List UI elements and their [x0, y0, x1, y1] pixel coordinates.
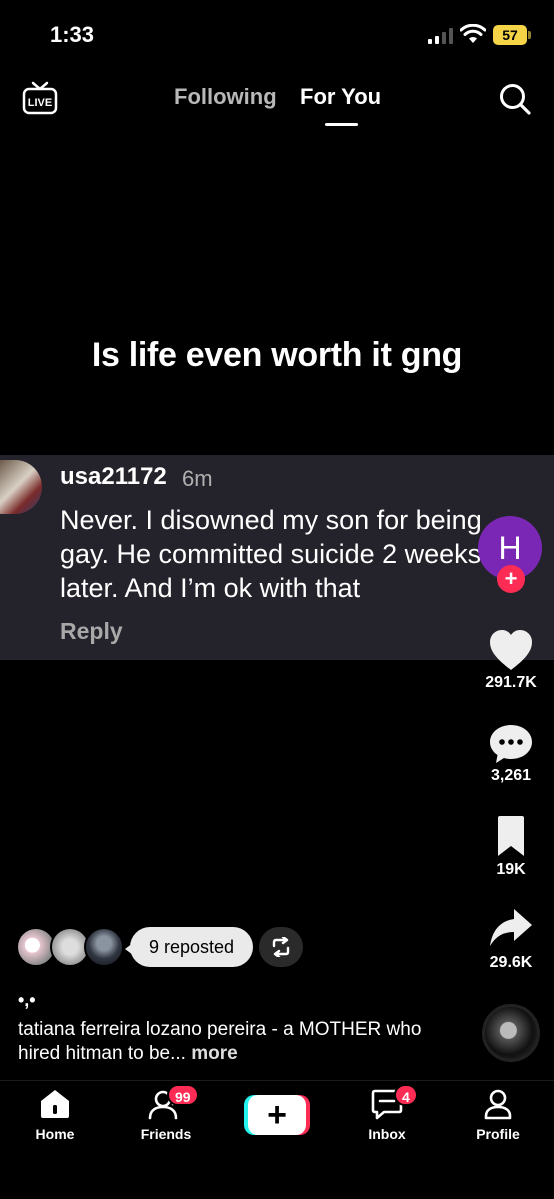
wifi-icon: [460, 24, 486, 43]
search-icon[interactable]: [498, 82, 532, 116]
nav-inbox-label: Inbox: [368, 1126, 406, 1142]
comment-count: 3,261: [490, 767, 532, 784]
status-bar: 1:33 57: [0, 0, 554, 70]
comment-line: gay. He committed suicide 2 weeks: [60, 539, 482, 569]
share-arrow-icon[interactable]: [488, 906, 534, 950]
tab-for-you[interactable]: For You: [300, 84, 381, 110]
video-caption[interactable]: tatiana ferreira lozano pereira - a MOTH…: [18, 1018, 438, 1066]
comment-line: Never. I disowned my son for being: [60, 505, 482, 535]
comment-timestamp: 6m: [182, 466, 213, 491]
nav-profile-label: Profile: [476, 1126, 520, 1142]
like-count: 291.7K: [485, 674, 537, 691]
inbox-badge: 4: [394, 1084, 418, 1106]
live-icon[interactable]: LIVE: [22, 80, 58, 116]
status-time: 1:33: [50, 22, 95, 47]
caption-more-link[interactable]: more: [191, 1043, 237, 1064]
active-tab-indicator: [325, 123, 358, 126]
follow-button[interactable]: +: [497, 565, 525, 593]
nav-friends[interactable]: 99 Friends: [121, 1084, 211, 1142]
tab-following[interactable]: Following: [174, 84, 277, 110]
reposted-label[interactable]: 9 reposted: [125, 927, 253, 967]
share-count: 29.6K: [489, 954, 533, 971]
nav-friends-label: Friends: [140, 1126, 192, 1142]
caption-author[interactable]: •,•: [18, 990, 36, 1011]
battery-indicator: 57: [493, 25, 531, 45]
comment-line: later. And I’m ok with that: [60, 573, 361, 603]
nav-profile[interactable]: Profile: [453, 1088, 543, 1142]
video-text-overlay: Is life even worth it gng: [91, 336, 463, 374]
music-disc[interactable]: [482, 1004, 540, 1062]
create-button[interactable]: +: [244, 1095, 310, 1135]
bookmark-icon[interactable]: [488, 814, 534, 858]
comment-bubble-icon[interactable]: [488, 722, 534, 766]
save-count: 19K: [496, 861, 526, 878]
home-icon: [41, 1090, 69, 1118]
reposter-avatar[interactable]: [84, 927, 124, 967]
profile-icon: [484, 1089, 512, 1120]
repost-button[interactable]: [259, 927, 303, 967]
nav-home-label: Home: [35, 1126, 75, 1142]
nav-home[interactable]: Home: [10, 1088, 100, 1142]
repost-icon: [272, 937, 290, 957]
plus-icon: +: [248, 1095, 306, 1135]
comment-text: Never. I disowned my son for being gay. …: [60, 503, 544, 605]
comment-username: usa21172: [60, 463, 167, 490]
like-heart-icon[interactable]: [488, 628, 534, 672]
comment-reply-label: Reply: [60, 618, 123, 644]
nav-inbox[interactable]: 4 Inbox: [342, 1084, 432, 1142]
friends-badge: 99: [167, 1084, 199, 1106]
cellular-signal-icon: [428, 28, 453, 44]
live-label: LIVE: [28, 97, 52, 109]
creator-initial: H: [498, 529, 522, 566]
